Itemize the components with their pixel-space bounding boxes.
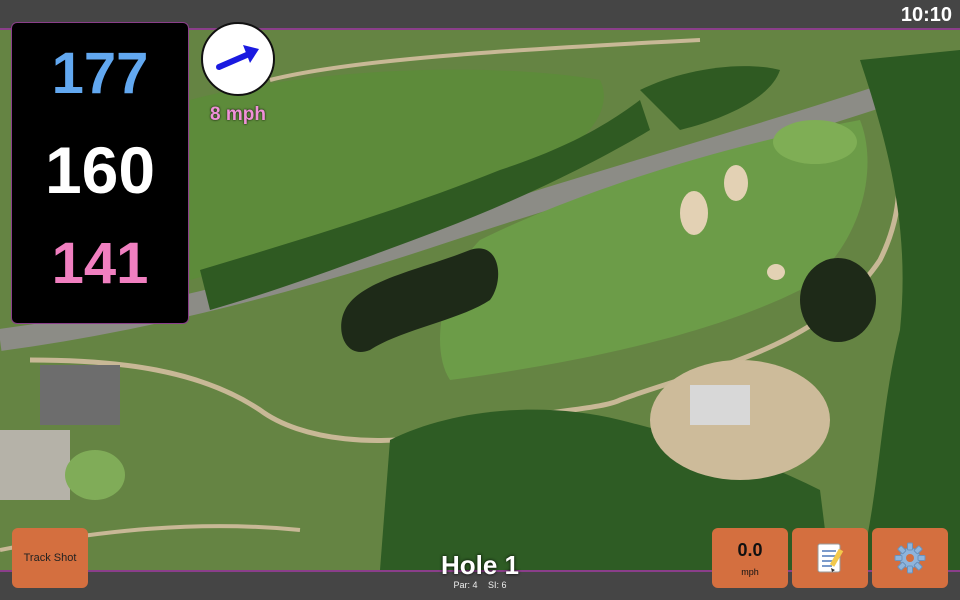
bunker bbox=[767, 264, 785, 280]
back-distance: 177 bbox=[51, 41, 149, 106]
hole-info: Hole 1 Par: 4 SI: 6 bbox=[380, 550, 580, 590]
notes-button[interactable] bbox=[792, 528, 868, 588]
practice-green bbox=[65, 450, 125, 500]
speed-value: 0.0 bbox=[737, 539, 763, 560]
parking-lot bbox=[0, 430, 70, 500]
track-shot-button[interactable]: Track Shot bbox=[12, 528, 88, 588]
hole-si: SI: 6 bbox=[488, 580, 507, 590]
wind-arrow-icon bbox=[216, 45, 259, 70]
bunker bbox=[724, 165, 748, 201]
pond bbox=[800, 258, 876, 342]
clubhouse bbox=[40, 365, 120, 425]
middle-distance: 160 bbox=[44, 133, 156, 207]
distance-panel: 177 160 141 bbox=[11, 22, 189, 324]
clock: 10:10 bbox=[900, 4, 952, 26]
settings-button[interactable] bbox=[872, 528, 948, 588]
green bbox=[773, 120, 857, 164]
hole-title: Hole 1 bbox=[440, 550, 520, 580]
speed-unit: mph bbox=[741, 566, 759, 577]
wind-speed: 8 mph bbox=[210, 104, 266, 125]
speed-button[interactable]: 0.0 mph bbox=[712, 528, 788, 588]
building bbox=[690, 385, 750, 425]
gear-icon bbox=[894, 542, 926, 574]
hole-par: Par: 4 bbox=[453, 580, 478, 590]
bunker bbox=[680, 191, 708, 235]
wind-indicator bbox=[201, 22, 275, 96]
front-distance: 141 bbox=[51, 231, 149, 296]
hole-details: Par: 4 SI: 6 bbox=[380, 580, 580, 590]
notepad-icon bbox=[817, 543, 844, 573]
